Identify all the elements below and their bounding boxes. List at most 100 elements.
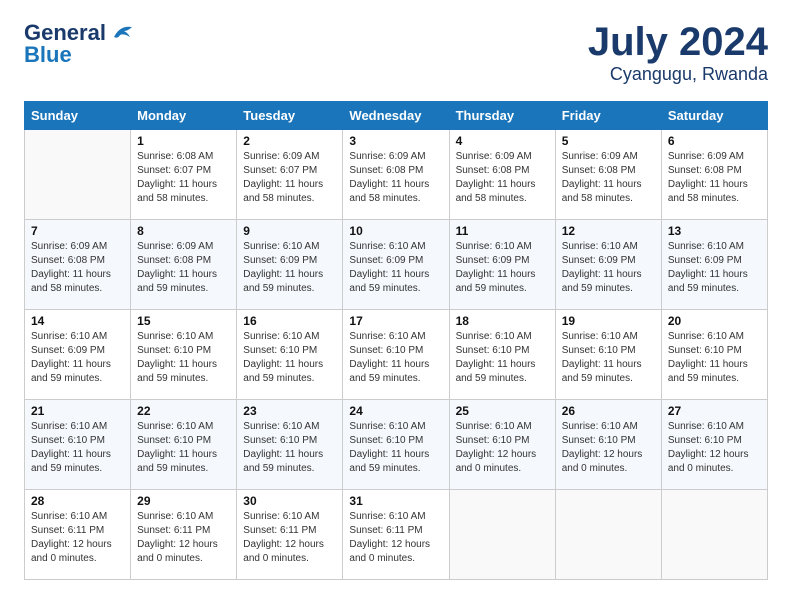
day-number: 28 bbox=[31, 494, 124, 508]
day-info: Sunrise: 6:10 AM Sunset: 6:10 PM Dayligh… bbox=[668, 420, 761, 476]
calendar-cell: 21 Sunrise: 6:10 AM Sunset: 6:10 PM Dayli… bbox=[25, 400, 131, 490]
day-info: Sunrise: 6:10 AM Sunset: 6:10 PM Dayligh… bbox=[456, 420, 549, 476]
logo: General Blue bbox=[24, 20, 136, 68]
day-info: Sunrise: 6:10 AM Sunset: 6:10 PM Dayligh… bbox=[349, 420, 442, 476]
day-number: 16 bbox=[243, 314, 336, 328]
day-info: Sunrise: 6:10 AM Sunset: 6:10 PM Dayligh… bbox=[668, 330, 761, 386]
day-info: Sunrise: 6:10 AM Sunset: 6:10 PM Dayligh… bbox=[562, 420, 655, 476]
calendar-cell: 3 Sunrise: 6:09 AM Sunset: 6:08 PM Daylig… bbox=[343, 130, 449, 220]
day-info: Sunrise: 6:10 AM Sunset: 6:11 PM Dayligh… bbox=[137, 510, 230, 566]
calendar-cell: 6Sunrise: 6:09 AM Sunset: 6:08 PM Daylig… bbox=[661, 130, 767, 220]
day-number: 18 bbox=[456, 314, 549, 328]
day-number: 25 bbox=[456, 404, 549, 418]
calendar-cell: 17 Sunrise: 6:10 AM Sunset: 6:10 PM Dayli… bbox=[343, 310, 449, 400]
day-number: 14 bbox=[31, 314, 124, 328]
col-header-sunday: Sunday bbox=[25, 102, 131, 130]
col-header-tuesday: Tuesday bbox=[237, 102, 343, 130]
week-row-3: 14 Sunrise: 6:10 AM Sunset: 6:09 PM Dayli… bbox=[25, 310, 768, 400]
calendar-cell: 29 Sunrise: 6:10 AM Sunset: 6:11 PM Dayli… bbox=[131, 490, 237, 580]
day-number: 27 bbox=[668, 404, 761, 418]
day-info: Sunrise: 6:09 AM Sunset: 6:08 PM Dayligh… bbox=[349, 150, 442, 206]
day-number: 1 bbox=[137, 134, 230, 148]
day-info: Sunrise: 6:10 AM Sunset: 6:10 PM Dayligh… bbox=[243, 330, 336, 386]
day-number: 5 bbox=[562, 134, 655, 148]
calendar-cell: 23Sunrise: 6:10 AM Sunset: 6:10 PM Dayli… bbox=[237, 400, 343, 490]
calendar-cell: 12 Sunrise: 6:10 AM Sunset: 6:09 PM Dayli… bbox=[555, 220, 661, 310]
day-number: 20 bbox=[668, 314, 761, 328]
day-number: 11 bbox=[456, 224, 549, 238]
day-info: Sunrise: 6:10 AM Sunset: 6:10 PM Dayligh… bbox=[456, 330, 549, 386]
day-number: 12 bbox=[562, 224, 655, 238]
day-info: Sunrise: 6:10 AM Sunset: 6:09 PM Dayligh… bbox=[668, 240, 761, 296]
day-number: 2 bbox=[243, 134, 336, 148]
day-info: Sunrise: 6:10 AM Sunset: 6:11 PM Dayligh… bbox=[31, 510, 124, 566]
calendar-cell: 9 Sunrise: 6:10 AM Sunset: 6:09 PM Daylig… bbox=[237, 220, 343, 310]
col-header-monday: Monday bbox=[131, 102, 237, 130]
calendar-table: SundayMondayTuesdayWednesdayThursdayFrid… bbox=[24, 101, 768, 580]
day-number: 21 bbox=[31, 404, 124, 418]
calendar-cell: 16 Sunrise: 6:10 AM Sunset: 6:10 PM Dayli… bbox=[237, 310, 343, 400]
title-area: July 2024 Cyangugu, Rwanda bbox=[588, 20, 768, 85]
day-number: 3 bbox=[349, 134, 442, 148]
calendar-cell: 30Sunrise: 6:10 AM Sunset: 6:11 PM Dayli… bbox=[237, 490, 343, 580]
day-number: 30 bbox=[243, 494, 336, 508]
day-info: Sunrise: 6:10 AM Sunset: 6:10 PM Dayligh… bbox=[562, 330, 655, 386]
day-number: 26 bbox=[562, 404, 655, 418]
logo-blue-text: Blue bbox=[24, 42, 72, 68]
day-number: 6 bbox=[668, 134, 761, 148]
day-number: 15 bbox=[137, 314, 230, 328]
col-header-wednesday: Wednesday bbox=[343, 102, 449, 130]
calendar-cell: 26 Sunrise: 6:10 AM Sunset: 6:10 PM Dayli… bbox=[555, 400, 661, 490]
calendar-cell: 25 Sunrise: 6:10 AM Sunset: 6:10 PM Dayli… bbox=[449, 400, 555, 490]
day-info: Sunrise: 6:10 AM Sunset: 6:09 PM Dayligh… bbox=[243, 240, 336, 296]
calendar-cell: 2 Sunrise: 6:09 AM Sunset: 6:07 PM Daylig… bbox=[237, 130, 343, 220]
day-info: Sunrise: 6:10 AM Sunset: 6:10 PM Dayligh… bbox=[349, 330, 442, 386]
day-info: Sunrise: 6:08 AM Sunset: 6:07 PM Dayligh… bbox=[137, 150, 230, 206]
col-header-friday: Friday bbox=[555, 102, 661, 130]
calendar-cell: 8Sunrise: 6:09 AM Sunset: 6:08 PM Daylig… bbox=[131, 220, 237, 310]
location-subtitle: Cyangugu, Rwanda bbox=[588, 64, 768, 85]
day-number: 31 bbox=[349, 494, 442, 508]
day-info: Sunrise: 6:10 AM Sunset: 6:11 PM Dayligh… bbox=[349, 510, 442, 566]
week-row-1: 1 Sunrise: 6:08 AM Sunset: 6:07 PM Daylig… bbox=[25, 130, 768, 220]
day-number: 22 bbox=[137, 404, 230, 418]
week-row-4: 21 Sunrise: 6:10 AM Sunset: 6:10 PM Dayli… bbox=[25, 400, 768, 490]
calendar-cell: 22 Sunrise: 6:10 AM Sunset: 6:10 PM Dayli… bbox=[131, 400, 237, 490]
calendar-cell: 19Sunrise: 6:10 AM Sunset: 6:10 PM Dayli… bbox=[555, 310, 661, 400]
calendar-cell: 5 Sunrise: 6:09 AM Sunset: 6:08 PM Daylig… bbox=[555, 130, 661, 220]
day-info: Sunrise: 6:10 AM Sunset: 6:09 PM Dayligh… bbox=[31, 330, 124, 386]
calendar-cell bbox=[449, 490, 555, 580]
week-row-5: 28 Sunrise: 6:10 AM Sunset: 6:11 PM Dayli… bbox=[25, 490, 768, 580]
day-info: Sunrise: 6:10 AM Sunset: 6:09 PM Dayligh… bbox=[349, 240, 442, 296]
calendar-cell: 13 Sunrise: 6:10 AM Sunset: 6:09 PM Dayli… bbox=[661, 220, 767, 310]
day-info: Sunrise: 6:09 AM Sunset: 6:08 PM Dayligh… bbox=[562, 150, 655, 206]
page-header: General Blue July 2024 Cyangugu, Rwanda bbox=[24, 20, 768, 85]
day-info: Sunrise: 6:09 AM Sunset: 6:07 PM Dayligh… bbox=[243, 150, 336, 206]
col-header-saturday: Saturday bbox=[661, 102, 767, 130]
logo-bird-icon bbox=[110, 23, 136, 43]
calendar-cell: 10 Sunrise: 6:10 AM Sunset: 6:09 PM Dayli… bbox=[343, 220, 449, 310]
calendar-cell bbox=[661, 490, 767, 580]
day-number: 13 bbox=[668, 224, 761, 238]
calendar-cell: 20 Sunrise: 6:10 AM Sunset: 6:10 PM Dayli… bbox=[661, 310, 767, 400]
calendar-cell: 15Sunrise: 6:10 AM Sunset: 6:10 PM Dayli… bbox=[131, 310, 237, 400]
day-number: 10 bbox=[349, 224, 442, 238]
day-info: Sunrise: 6:10 AM Sunset: 6:09 PM Dayligh… bbox=[456, 240, 549, 296]
day-number: 7 bbox=[31, 224, 124, 238]
day-info: Sunrise: 6:10 AM Sunset: 6:10 PM Dayligh… bbox=[137, 420, 230, 476]
day-number: 23 bbox=[243, 404, 336, 418]
calendar-cell: 4Sunrise: 6:09 AM Sunset: 6:08 PM Daylig… bbox=[449, 130, 555, 220]
day-number: 9 bbox=[243, 224, 336, 238]
col-header-thursday: Thursday bbox=[449, 102, 555, 130]
week-row-2: 7 Sunrise: 6:09 AM Sunset: 6:08 PM Daylig… bbox=[25, 220, 768, 310]
day-number: 29 bbox=[137, 494, 230, 508]
calendar-cell: 14 Sunrise: 6:10 AM Sunset: 6:09 PM Dayli… bbox=[25, 310, 131, 400]
day-info: Sunrise: 6:10 AM Sunset: 6:09 PM Dayligh… bbox=[562, 240, 655, 296]
day-number: 8 bbox=[137, 224, 230, 238]
day-info: Sunrise: 6:10 AM Sunset: 6:10 PM Dayligh… bbox=[31, 420, 124, 476]
calendar-cell bbox=[555, 490, 661, 580]
day-number: 17 bbox=[349, 314, 442, 328]
calendar-cell: 7 Sunrise: 6:09 AM Sunset: 6:08 PM Daylig… bbox=[25, 220, 131, 310]
day-info: Sunrise: 6:09 AM Sunset: 6:08 PM Dayligh… bbox=[31, 240, 124, 296]
month-title: July 2024 bbox=[588, 20, 768, 64]
